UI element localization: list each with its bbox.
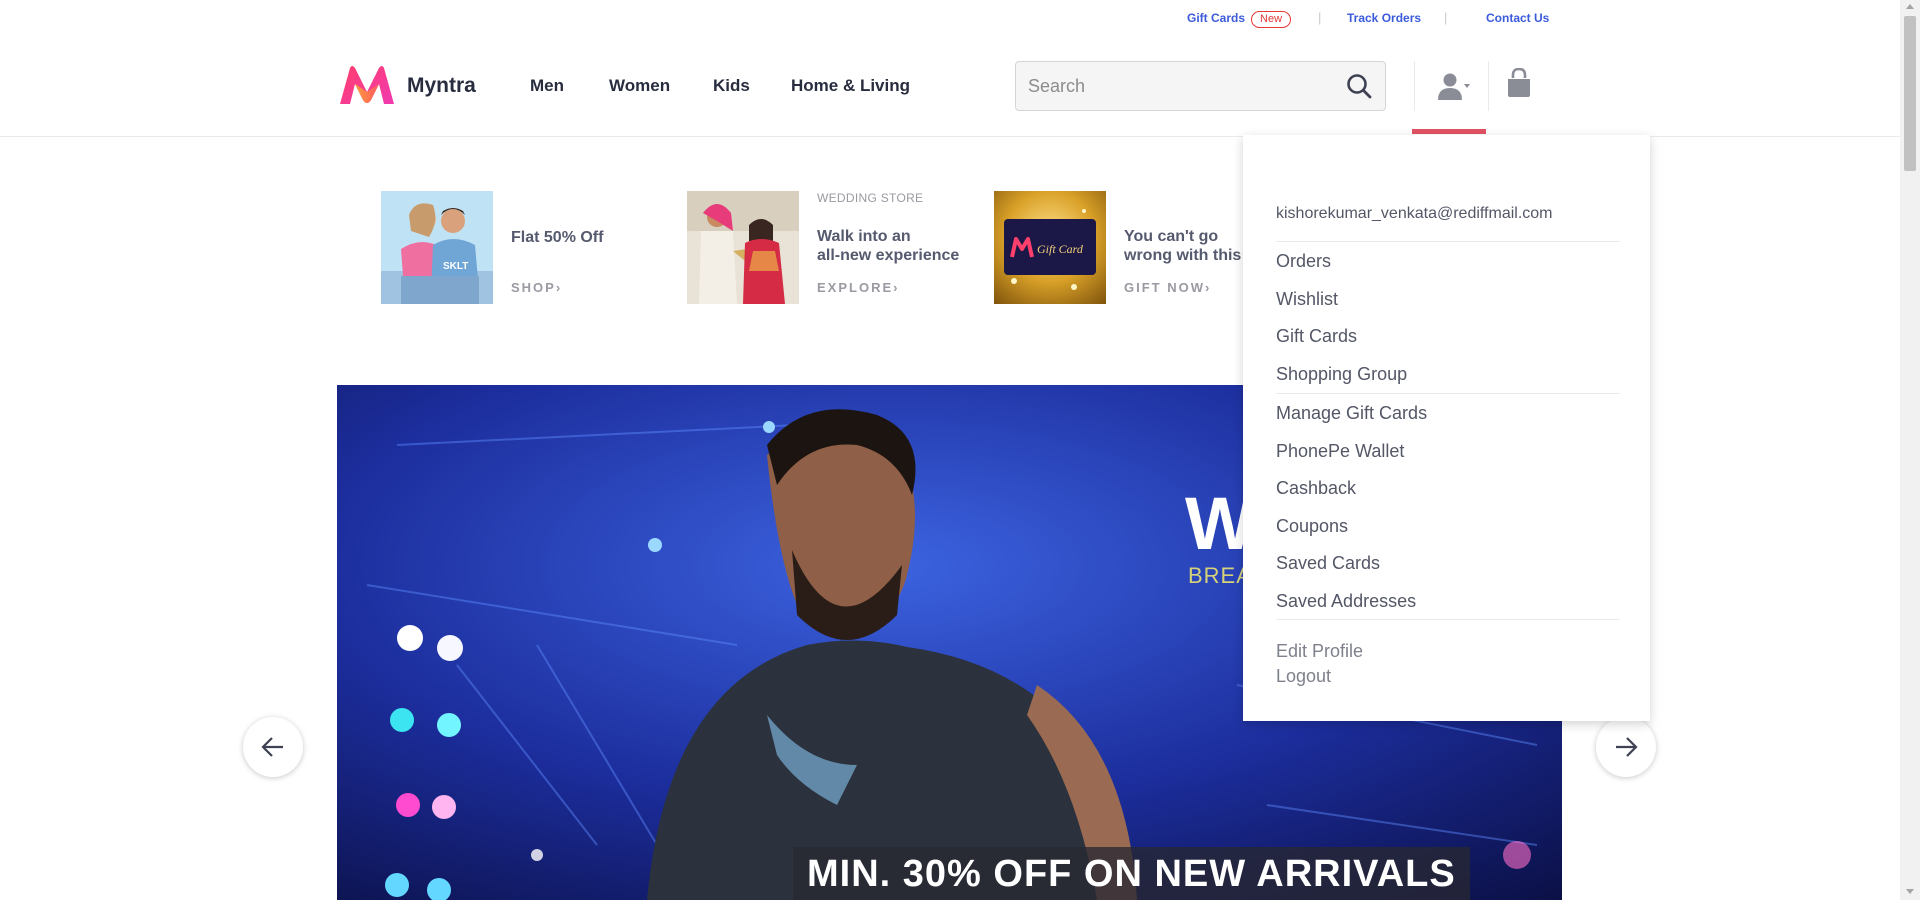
menu-item-saved-cards[interactable]: Saved Cards: [1276, 553, 1380, 574]
header-divider: [1488, 61, 1489, 111]
promo-flat-50[interactable]: SKLT Flat 50% Off SHOP›: [381, 191, 681, 304]
user-icon: [1438, 73, 1470, 100]
main-header: Myntra Men Women Kids Home & Living: [0, 36, 1900, 137]
svg-text:Gift Card: Gift Card: [1037, 242, 1084, 256]
brand-name[interactable]: Myntra: [407, 74, 476, 98]
arrow-right-icon: [1616, 737, 1638, 757]
utility-bar: Gift Cards New | Track Orders | Contact U…: [0, 0, 1900, 36]
search-box: [1015, 61, 1386, 111]
menu-divider: [1276, 241, 1620, 242]
promo-image-gift-card: Gift Card: [994, 191, 1106, 304]
arrow-left-icon: [261, 737, 283, 757]
nav-home-living[interactable]: Home & Living: [791, 76, 910, 96]
menu-item-shopping-group[interactable]: Shopping Group: [1276, 364, 1407, 385]
scroll-up-arrow-icon[interactable]: [1906, 4, 1914, 9]
account-email: kishorekumar_venkata@rediffmail.com: [1276, 205, 1553, 222]
menu-item-edit-profile[interactable]: Edit Profile: [1276, 641, 1363, 662]
promo-title: Flat 50% Off: [511, 229, 604, 246]
carousel-next-button[interactable]: [1596, 717, 1656, 777]
new-badge: New: [1251, 11, 1292, 28]
menu-item-cashback[interactable]: Cashback: [1276, 478, 1356, 499]
nav-kids[interactable]: Kids: [713, 76, 750, 96]
carousel-prev-button[interactable]: [243, 717, 303, 777]
nav-women[interactable]: Women: [609, 76, 670, 96]
profile-button[interactable]: [1412, 36, 1486, 134]
promo-image-wedding: [687, 191, 799, 304]
utility-separator: |: [1318, 10, 1322, 25]
gift-cards-label: Gift Cards: [1187, 11, 1246, 25]
menu-item-orders[interactable]: Orders: [1276, 251, 1331, 272]
menu-divider: [1276, 619, 1620, 620]
gift-cards-link[interactable]: Gift Cards New: [1187, 11, 1292, 28]
shopping-bag-icon[interactable]: [1506, 68, 1532, 98]
contact-us-link[interactable]: Contact Us: [1486, 11, 1549, 25]
menu-item-gift-cards[interactable]: Gift Cards: [1276, 326, 1357, 347]
nav-men[interactable]: Men: [530, 76, 564, 96]
profile-dropdown: kishorekumar_venkata@rediffmail.com Orde…: [1243, 135, 1650, 721]
search-input[interactable]: [1028, 62, 1338, 110]
promo-image-couple: SKLT: [381, 191, 493, 304]
svg-text:SKLT: SKLT: [443, 261, 468, 272]
search-icon[interactable]: [1346, 73, 1372, 99]
page-scrollbar[interactable]: [1900, 0, 1920, 900]
menu-item-coupons[interactable]: Coupons: [1276, 516, 1348, 537]
promo-cta-explore[interactable]: EXPLORE›: [817, 280, 899, 295]
menu-item-phonepe-wallet[interactable]: PhonePe Wallet: [1276, 441, 1404, 462]
myntra-logo-icon[interactable]: [338, 64, 396, 106]
utility-separator: |: [1444, 10, 1448, 25]
promo-wedding-store[interactable]: WEDDING STORE Walk into an all-new exper…: [687, 191, 987, 304]
menu-item-wishlist[interactable]: Wishlist: [1276, 289, 1338, 310]
scroll-down-arrow-icon[interactable]: [1906, 889, 1914, 894]
promo-cta-shop[interactable]: SHOP›: [511, 280, 562, 295]
menu-item-saved-addresses[interactable]: Saved Addresses: [1276, 591, 1416, 612]
promo-cta-gift-now[interactable]: GIFT NOW›: [1124, 280, 1211, 295]
hero-headline: MIN. 30% OFF ON NEW ARRIVALS: [793, 847, 1470, 900]
promo-title: Walk into an all-new experience: [817, 228, 960, 264]
scroll-thumb[interactable]: [1904, 16, 1916, 171]
menu-item-logout[interactable]: Logout: [1276, 666, 1331, 687]
menu-divider: [1276, 393, 1620, 394]
promo-overline: WEDDING STORE: [817, 191, 924, 205]
menu-item-manage-gift-cards[interactable]: Manage Gift Cards: [1276, 403, 1427, 424]
track-orders-link[interactable]: Track Orders: [1347, 11, 1421, 25]
